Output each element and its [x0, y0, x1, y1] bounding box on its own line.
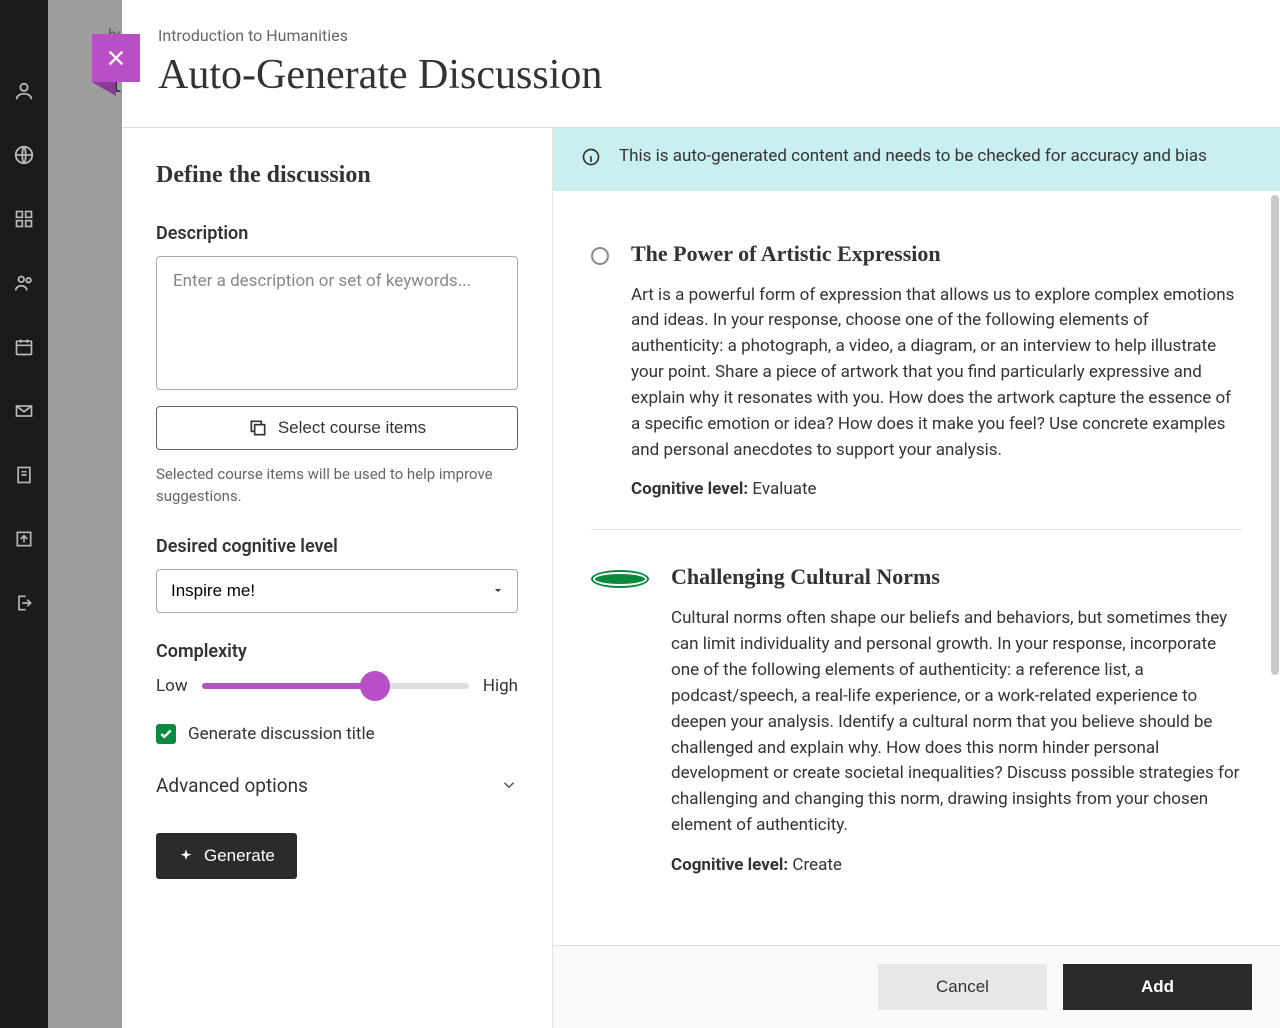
generate-button[interactable]: Generate: [156, 833, 297, 879]
nav-mail-icon[interactable]: [13, 400, 35, 422]
option-body: The Power of Artistic Expression Art is a…: [631, 241, 1242, 500]
option-title: The Power of Artistic Expression: [631, 241, 1242, 267]
nav-grid-icon[interactable]: [13, 208, 35, 230]
option-meta: Cognitive level: Create: [671, 855, 1242, 875]
option-title: Challenging Cultural Norms: [671, 564, 1242, 590]
breadcrumb: Introduction to Humanities: [158, 26, 1244, 45]
scrollbar-thumb[interactable]: [1271, 195, 1279, 675]
modal-body: Define the discussion Description Select…: [122, 128, 1280, 1028]
advanced-options-label: Advanced options: [156, 774, 308, 797]
generate-title-label: Generate discussion title: [188, 724, 375, 744]
slider-thumb[interactable]: [360, 671, 390, 701]
discussion-option: The Power of Artistic Expression Art is a…: [591, 219, 1242, 530]
discussion-option: Challenging Cultural Norms Cultural norms…: [591, 529, 1242, 904]
define-panel: Define the discussion Description Select…: [122, 128, 552, 1028]
option-meta: Cognitive level: Evaluate: [631, 479, 1242, 499]
nav-doc-icon[interactable]: [13, 464, 35, 486]
description-label: Description: [156, 223, 518, 244]
options-list: The Power of Artistic Expression Art is a…: [553, 191, 1280, 945]
option-text: Art is a powerful form of expression tha…: [631, 283, 1242, 464]
left-nav-rail: [0, 0, 48, 1028]
generate-title-row: Generate discussion title: [156, 724, 518, 744]
sparkle-icon: [178, 848, 194, 864]
close-icon: [105, 47, 127, 69]
nav-profile-icon[interactable]: [13, 80, 35, 102]
cognitive-level-label: Desired cognitive level: [156, 536, 518, 557]
complexity-low-label: Low: [156, 676, 188, 696]
modal-panel: Introduction to Humanities Auto-Generate…: [122, 0, 1280, 1028]
nav-exit-icon[interactable]: [13, 592, 35, 614]
nav-calendar-icon[interactable]: [13, 336, 35, 358]
banner-text: This is auto-generated content and needs…: [619, 144, 1207, 169]
results-panel: This is auto-generated content and needs…: [552, 128, 1280, 1028]
option-radio[interactable]: [591, 247, 609, 265]
cancel-button[interactable]: Cancel: [878, 964, 1047, 1010]
description-input[interactable]: [156, 256, 518, 390]
complexity-high-label: High: [483, 676, 518, 696]
copy-icon: [248, 418, 268, 438]
cognitive-level-select[interactable]: Inspire me!: [156, 569, 518, 613]
close-button[interactable]: [92, 34, 140, 82]
modal-footer: Cancel Add: [553, 945, 1280, 1028]
option-text: Cultural norms often shape our beliefs a…: [671, 606, 1242, 838]
option-radio[interactable]: [591, 570, 649, 588]
advanced-options-toggle[interactable]: Advanced options: [156, 774, 518, 797]
modal-header: Introduction to Humanities Auto-Generate…: [122, 0, 1280, 128]
slider-fill: [202, 683, 376, 689]
generate-button-label: Generate: [204, 846, 275, 866]
page-title: Auto-Generate Discussion: [158, 51, 1244, 99]
generate-title-checkbox[interactable]: [156, 724, 176, 744]
add-button[interactable]: Add: [1063, 964, 1252, 1010]
close-button-tail: [92, 82, 116, 96]
complexity-label: Complexity: [156, 641, 518, 662]
nav-share-icon[interactable]: [13, 528, 35, 550]
info-banner: This is auto-generated content and needs…: [553, 128, 1280, 191]
complexity-slider[interactable]: [202, 674, 469, 698]
nav-globe-icon[interactable]: [13, 144, 35, 166]
scrollbar[interactable]: [1270, 191, 1280, 945]
info-icon: [581, 147, 601, 175]
select-course-items-button[interactable]: Select course items: [156, 406, 518, 450]
nav-people-icon[interactable]: [13, 272, 35, 294]
option-body: Challenging Cultural Norms Cultural norms…: [671, 564, 1242, 874]
check-icon: [159, 727, 173, 741]
define-heading: Define the discussion: [156, 162, 518, 189]
select-course-items-label: Select course items: [278, 418, 426, 438]
chevron-down-icon: [500, 776, 518, 794]
select-items-helper: Selected course items will be used to he…: [156, 464, 518, 508]
complexity-slider-row: Low High: [156, 674, 518, 698]
